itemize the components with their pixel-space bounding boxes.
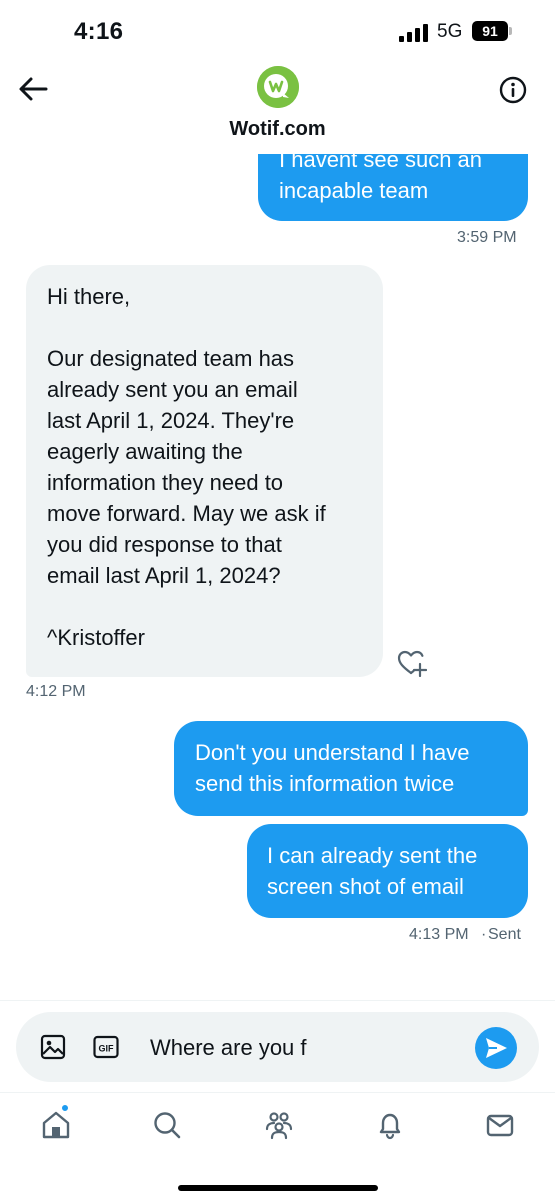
- message-status-separator: ·: [481, 926, 487, 943]
- message-line: ^Kristoffer: [47, 625, 145, 650]
- nav-communities[interactable]: [263, 1109, 295, 1141]
- message-status: Sent: [488, 926, 521, 943]
- add-media-button[interactable]: [40, 1034, 66, 1060]
- send-button[interactable]: [475, 1027, 517, 1069]
- nav-messages[interactable]: [484, 1109, 516, 1141]
- gif-icon: GIF: [93, 1035, 119, 1059]
- arrow-left-icon: [19, 77, 48, 101]
- nav-notifications[interactable]: [374, 1109, 406, 1141]
- message-line: incapable team: [279, 178, 429, 203]
- image-icon: [40, 1034, 66, 1060]
- messages-icon: [486, 1114, 514, 1137]
- compose-bar: GIF: [0, 1000, 555, 1092]
- message-line: information they need to: [47, 470, 284, 495]
- message-line: Our designated team has: [47, 346, 295, 371]
- info-icon: [499, 76, 527, 104]
- status-bar: 4:16 5G 91: [0, 0, 555, 62]
- battery-tip: [509, 27, 512, 35]
- conversation-header: Wotif.com: [0, 62, 555, 154]
- avatar[interactable]: [257, 66, 299, 108]
- battery-icon: 91: [472, 21, 508, 41]
- message-line: last April 1, 2024. They're: [47, 408, 295, 433]
- message-line: send this information twice: [195, 771, 455, 796]
- message-line: I can already sent the: [267, 843, 478, 868]
- cellular-signal-icon: [399, 24, 429, 42]
- nav-home[interactable]: [40, 1109, 72, 1141]
- message-input[interactable]: [150, 1032, 470, 1064]
- wotif-logo-icon: [257, 66, 299, 108]
- add-gif-button[interactable]: GIF: [93, 1034, 119, 1060]
- conversation-title[interactable]: Wotif.com: [0, 118, 555, 141]
- message-line: screen shot of email: [267, 874, 464, 899]
- message-timestamp: 4:13 PM: [409, 926, 469, 943]
- conversation-info-button[interactable]: [499, 76, 527, 104]
- message-line: Hi there,: [47, 284, 131, 309]
- nav-search[interactable]: [151, 1109, 183, 1141]
- notifications-icon: [379, 1113, 401, 1140]
- home-indicator: [178, 1185, 378, 1191]
- add-reaction-button[interactable]: [397, 649, 428, 678]
- message-bubble-incoming[interactable]: Hi there, Our designated team has alread…: [26, 265, 383, 677]
- message-line: move forward. May we ask if: [47, 501, 326, 526]
- message-line-blank: [47, 591, 363, 622]
- back-button[interactable]: [16, 74, 50, 104]
- message-line: you did response to that: [47, 532, 282, 557]
- home-icon: [42, 1111, 70, 1139]
- battery-level: 91: [482, 23, 498, 39]
- message-line: Don't you understand I have: [195, 740, 470, 765]
- send-icon: [486, 1038, 507, 1058]
- message-line: eagerly awaiting the: [47, 439, 243, 464]
- message-timestamp: 3:59 PM: [457, 229, 517, 246]
- message-timestamp: 4:12 PM: [26, 683, 86, 700]
- network-type: 5G: [437, 21, 463, 42]
- status-time: 4:16: [74, 18, 124, 45]
- gif-label: GIF: [99, 1043, 115, 1053]
- message-line-blank: [47, 312, 363, 343]
- communities-icon: [265, 1112, 293, 1140]
- heart-plus-icon: [397, 650, 428, 678]
- message-line: already sent you an email: [47, 377, 298, 402]
- message-line: email last April 1, 2024?: [47, 563, 281, 588]
- notification-dot: [60, 1103, 70, 1113]
- compose-box: GIF: [16, 1012, 539, 1082]
- message-list[interactable]: I havent see such an incapable team 3:59…: [0, 140, 555, 1000]
- dm-conversation-screen: 4:16 5G 91 Wotif.com I havent see such a…: [0, 0, 555, 1200]
- message-bubble-outgoing[interactable]: I can already sent the screen shot of em…: [247, 824, 528, 918]
- message-bubble-outgoing[interactable]: Don't you understand I have send this in…: [174, 721, 528, 816]
- search-icon: [154, 1112, 181, 1139]
- bottom-navigation: [0, 1092, 555, 1200]
